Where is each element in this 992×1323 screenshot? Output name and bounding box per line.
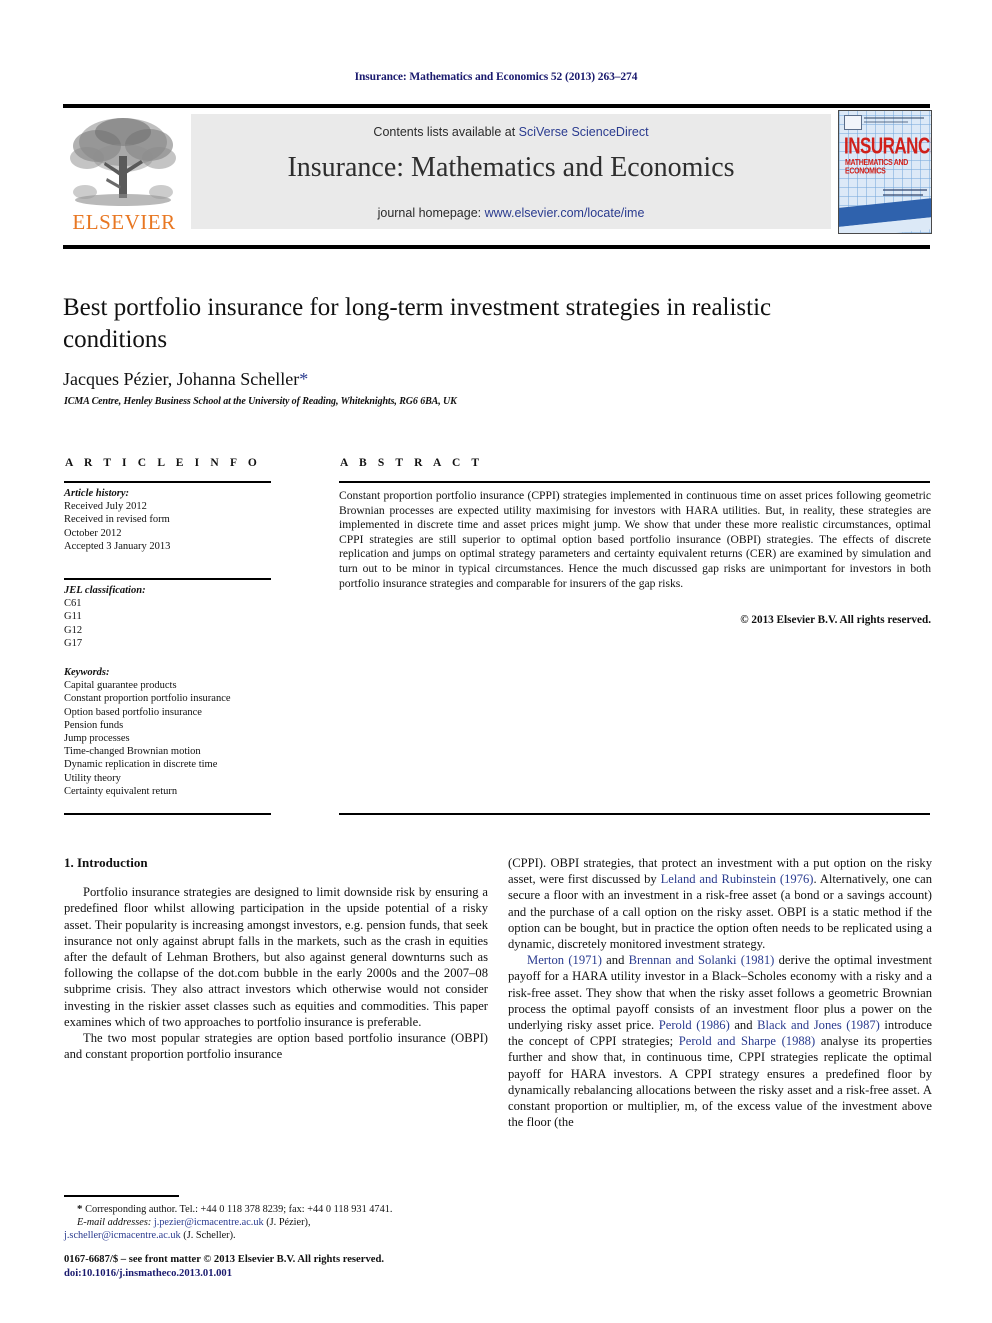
paragraph: Merton (1971) and Brennan and Solanki (1…: [508, 952, 932, 1130]
front-matter-line: 0167-6687/$ – see front matter © 2013 El…: [64, 1254, 384, 1265]
cover-footer-line-2: [883, 194, 923, 196]
body-column-left: 1. Introduction Portfolio insurance stra…: [64, 855, 488, 1062]
abstract-bottom-rule: [339, 813, 930, 815]
doi-link[interactable]: doi:10.1016/j.insmatheco.2013.01.001: [64, 1267, 488, 1281]
corresponding-author-marker[interactable]: *: [299, 369, 308, 389]
journal-title: Insurance: Mathematics and Economics: [287, 152, 735, 183]
body-column-right: (CPPI). OBPI strategies, that protect an…: [508, 855, 932, 1130]
citation-link[interactable]: Perold and Sharpe (1988): [679, 1034, 815, 1048]
cover-header-line-1: [864, 117, 924, 119]
cover-header-line-2: [864, 121, 908, 123]
corresponding-author-note: * Corresponding author. Tel.: +44 0 118 …: [64, 1203, 488, 1216]
abstract-text: Constant proportion portfolio insurance …: [339, 489, 931, 590]
paragraph: (CPPI). OBPI strategies, that protect an…: [508, 855, 932, 952]
author-list: Jacques Pézier, Johanna Scheller*: [63, 369, 853, 390]
imprint-block: 0167-6687/$ – see front matter © 2013 El…: [64, 1253, 488, 1280]
citation-link[interactable]: Leland and Rubinstein (1976): [661, 872, 814, 886]
masthead-top-rule: [63, 104, 930, 108]
cover-publisher-badge: [844, 115, 862, 130]
author-names: Jacques Pézier, Johanna Scheller: [63, 369, 300, 389]
citation-link[interactable]: Black and Jones (1987): [757, 1018, 880, 1032]
email-line-2: j.scheller@icmacentre.ac.uk (J. Scheller…: [64, 1230, 236, 1241]
keyword-item: Dynamic replication in discrete time: [64, 759, 218, 771]
article-history-item: Received July 2012: [64, 501, 147, 513]
text-run: analyse its properties further and show …: [508, 1034, 933, 1130]
article-info-mid-rule: [64, 578, 271, 580]
homepage-prefix: journal homepage:: [377, 206, 485, 220]
contents-prefix: Contents lists available at: [373, 125, 519, 139]
cover-footer-line-1: [883, 189, 927, 191]
keyword-item: Constant proportion portfolio insurance: [64, 693, 231, 705]
running-head: Insurance: Mathematics and Economics 52 …: [354, 71, 638, 83]
article-history-item: Accepted 3 January 2013: [64, 540, 171, 552]
keyword-item: Option based portfolio insurance: [64, 706, 202, 718]
cover-subtitle-text: MATHEMATICS AND ECONOMICS: [845, 159, 909, 176]
article-page: Insurance: Mathematics and Economics 52 …: [0, 0, 992, 1323]
footnote-separator-rule: [64, 1195, 179, 1197]
abstract-top-rule: [339, 481, 930, 483]
journal-homepage-line: journal homepage: www.elsevier.com/locat…: [191, 206, 831, 220]
sciencedirect-link[interactable]: SciVerse ScienceDirect: [519, 125, 649, 139]
text-run: and: [729, 1018, 758, 1033]
article-info-heading: A R T I C L E I N F O: [65, 457, 261, 469]
cover-title-text: INSURANCE: [844, 133, 932, 159]
keyword-item: Capital guarantee products: [64, 680, 177, 692]
email-owner-1: (J. Pézier),: [263, 1217, 311, 1229]
paragraph: Portfolio insurance strategies are desig…: [64, 885, 488, 1029]
article-history-item: October 2012: [64, 527, 122, 539]
jel-label: JEL classification:: [64, 585, 146, 596]
jel-code: G17: [64, 637, 83, 649]
jel-classification-block: JEL classification: C61 G11 G12 G17: [64, 584, 276, 650]
article-info-bottom-rule: [64, 813, 271, 815]
jel-code: G11: [64, 611, 82, 623]
journal-cover-thumbnail: INSURANCE MATHEMATICS AND ECONOMICS: [838, 110, 932, 234]
elsevier-wordmark: ELSEVIER: [72, 210, 176, 234]
article-history-label: Article history:: [64, 488, 130, 499]
keyword-item: Utility theory: [64, 772, 121, 784]
jel-code: G12: [64, 624, 83, 636]
journal-masthead: ELSEVIER Contents lists available at Sci…: [63, 110, 932, 238]
keyword-item: Jump processes: [64, 733, 130, 745]
jel-code: C61: [64, 598, 82, 610]
paragraph: The two most popular strategies are opti…: [64, 1031, 488, 1062]
elsevier-logo: ELSEVIER: [63, 110, 185, 238]
footnote-block: * Corresponding author. Tel.: +44 0 118 …: [64, 1203, 488, 1242]
keywords-block: Keywords: Capital guarantee products Con…: [64, 666, 276, 798]
abstract-copyright: © 2013 Elsevier B.V. All rights reserved…: [740, 614, 931, 626]
citation-link[interactable]: Merton (1971): [527, 953, 602, 967]
email-link-pezier[interactable]: j.pezier@icmacentre.ac.uk: [154, 1217, 264, 1228]
keyword-item: Time-changed Brownian motion: [64, 746, 201, 758]
article-history-item: Received in revised form: [64, 514, 170, 526]
keyword-item: Certainty equivalent return: [64, 785, 178, 797]
masthead-bottom-rule: [63, 245, 930, 249]
citation-link[interactable]: Brennan and Solanki (1981): [629, 953, 775, 967]
article-history-block: Article history: Received July 2012 Rece…: [64, 487, 276, 553]
journal-banner: Contents lists available at SciVerse Sci…: [191, 114, 831, 229]
article-title: Best portfolio insurance for long-term i…: [63, 294, 772, 353]
elsevier-tree-icon: [70, 118, 176, 206]
contents-list-line: Contents lists available at SciVerse Sci…: [191, 125, 831, 139]
citation-link[interactable]: Perold (1986): [659, 1018, 730, 1032]
text-run: and: [601, 953, 629, 968]
email-line-1: E-mail addresses: j.pezier@icmacentre.ac…: [64, 1216, 488, 1229]
article-info-top-rule: [64, 481, 271, 483]
keywords-label: Keywords:: [64, 667, 110, 678]
author-affiliation: ICMA Centre, Henley Business School at t…: [64, 396, 457, 407]
email-link-scheller[interactable]: j.scheller@icmacentre.ac.uk: [64, 1230, 181, 1241]
section-heading-introduction: 1. Introduction: [64, 855, 148, 870]
keyword-item: Pension funds: [64, 719, 124, 731]
abstract-heading: A B S T R A C T: [340, 457, 484, 469]
corresponding-author-text: Corresponding author. Tel.: +44 0 118 37…: [82, 1204, 393, 1215]
journal-homepage-link[interactable]: www.elsevier.com/locate/ime: [485, 206, 645, 220]
email-addresses-label: E-mail addresses:: [77, 1217, 152, 1229]
email-owner-2: (J. Scheller).: [180, 1230, 236, 1242]
